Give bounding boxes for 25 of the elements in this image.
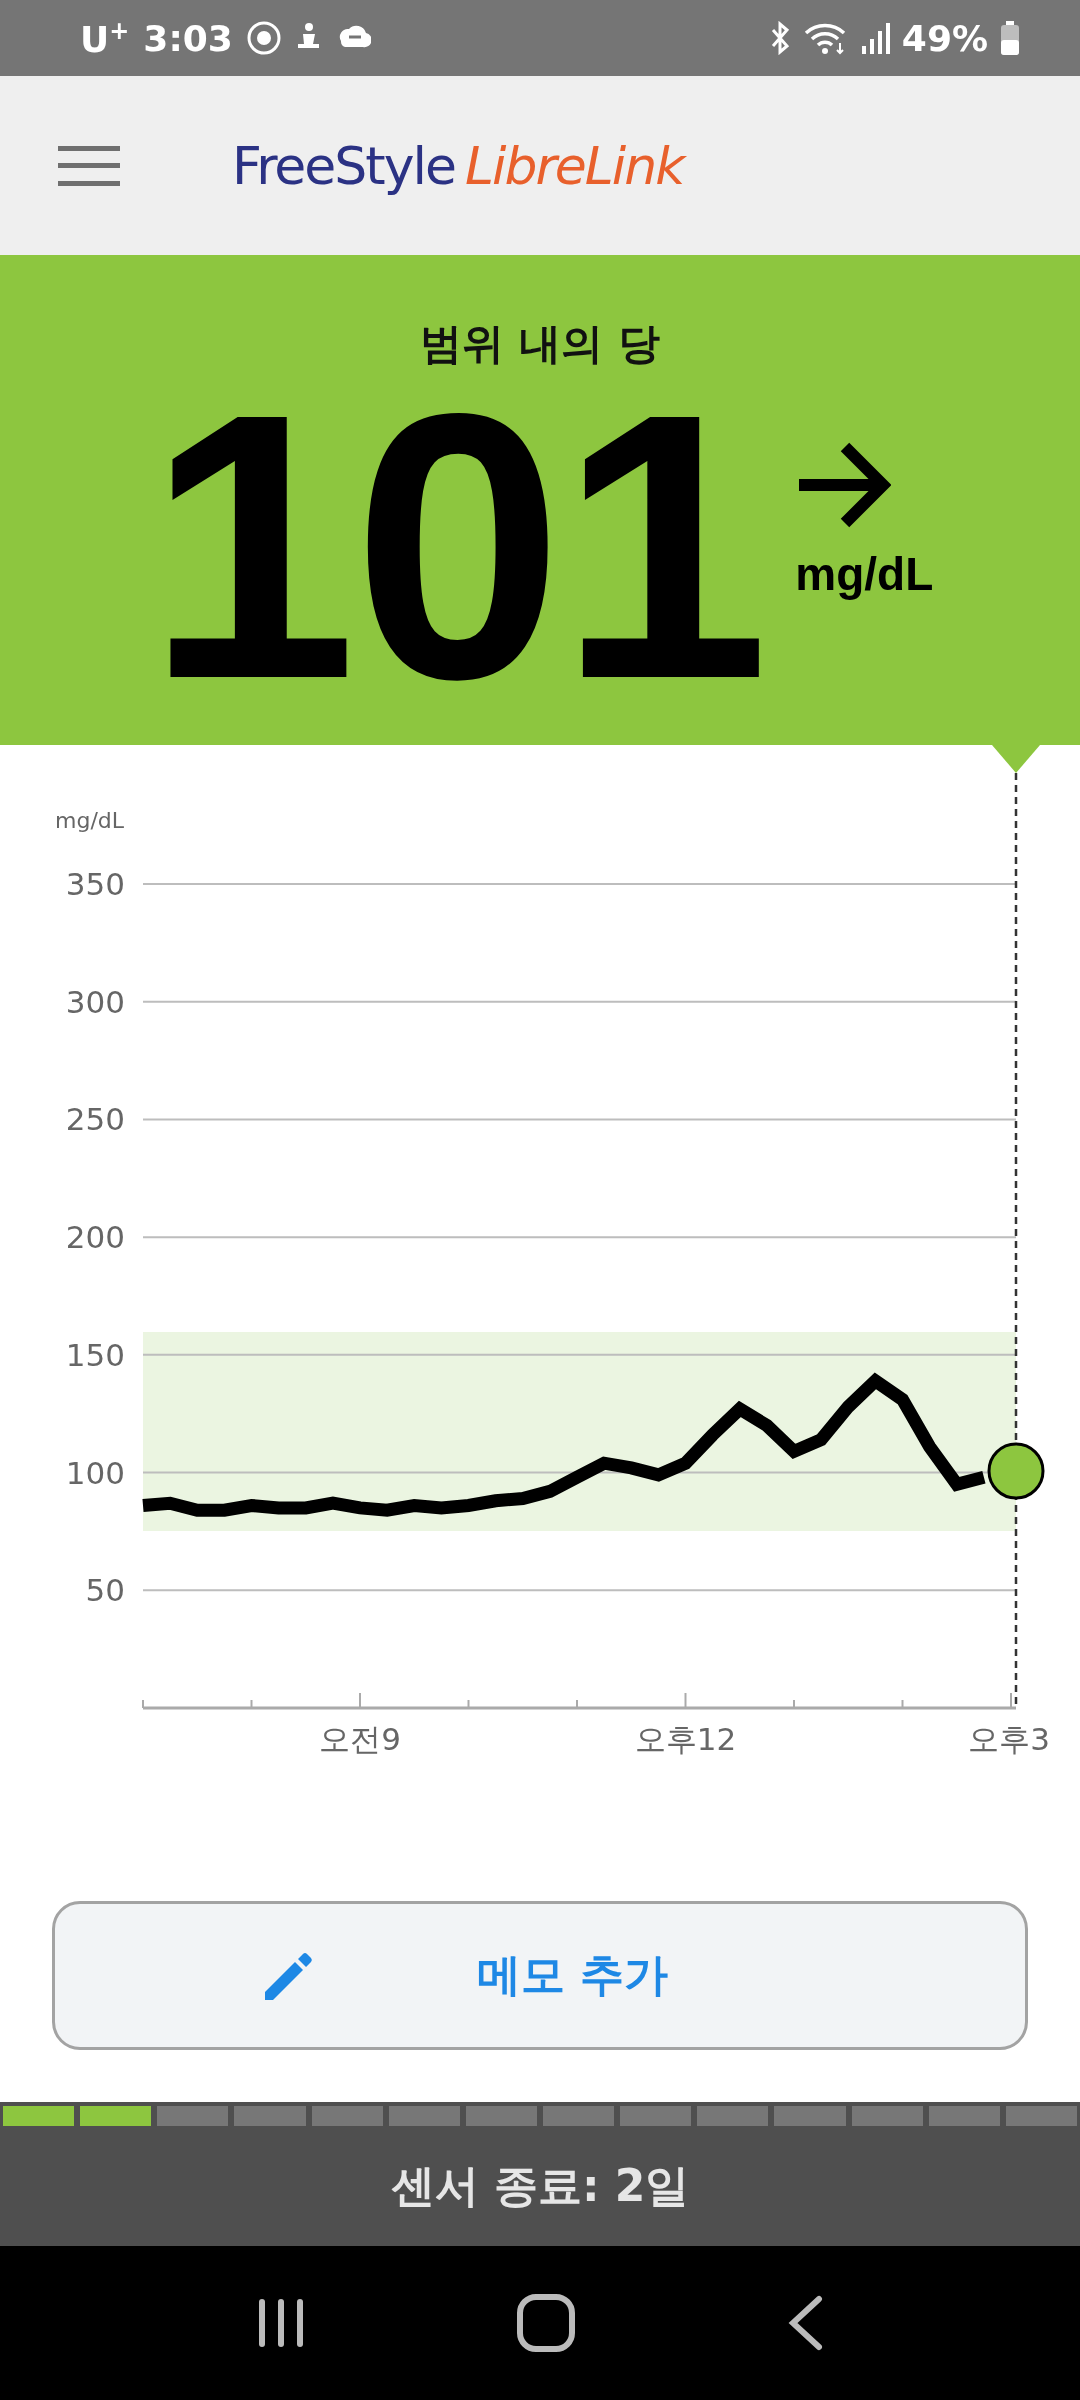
wifi-icon (803, 21, 848, 55)
carrier-label: U$^{+}$ (80, 16, 130, 60)
battery-percent: 49% (901, 17, 988, 59)
current-reading-dot (987, 1442, 1045, 1500)
home-icon[interactable] (516, 2293, 576, 2353)
y-axis-label: 300 (65, 983, 125, 1020)
sensor-ends-label: 센서 종료: 2일 (390, 2158, 690, 2213)
y-axis-label: 50 (85, 1572, 125, 1609)
y-axis-label: 250 (65, 1101, 125, 1138)
axis-unit-label: mg/dL (55, 808, 125, 833)
y-axis-label: 200 (65, 1219, 125, 1256)
clock-time: 3:03 (143, 17, 233, 59)
battery-icon (1000, 21, 1020, 55)
menu-icon[interactable] (58, 145, 120, 186)
y-axis-label: 150 (65, 1336, 125, 1373)
x-axis-label: 오전9 (319, 1721, 401, 1757)
signal-icon (859, 22, 890, 54)
y-axis-label: 350 (65, 866, 125, 902)
x-axis-label: 오후3 (968, 1721, 1050, 1757)
unit-label: mg/dL (795, 547, 934, 601)
logo-text: FreeStyle (232, 135, 455, 196)
x-axis-label: 오후12 (634, 1721, 737, 1757)
y-axis-label: 100 (65, 1454, 125, 1491)
add-note-button[interactable]: 메모 추가 (52, 1901, 1028, 2050)
disc-icon (246, 21, 281, 55)
